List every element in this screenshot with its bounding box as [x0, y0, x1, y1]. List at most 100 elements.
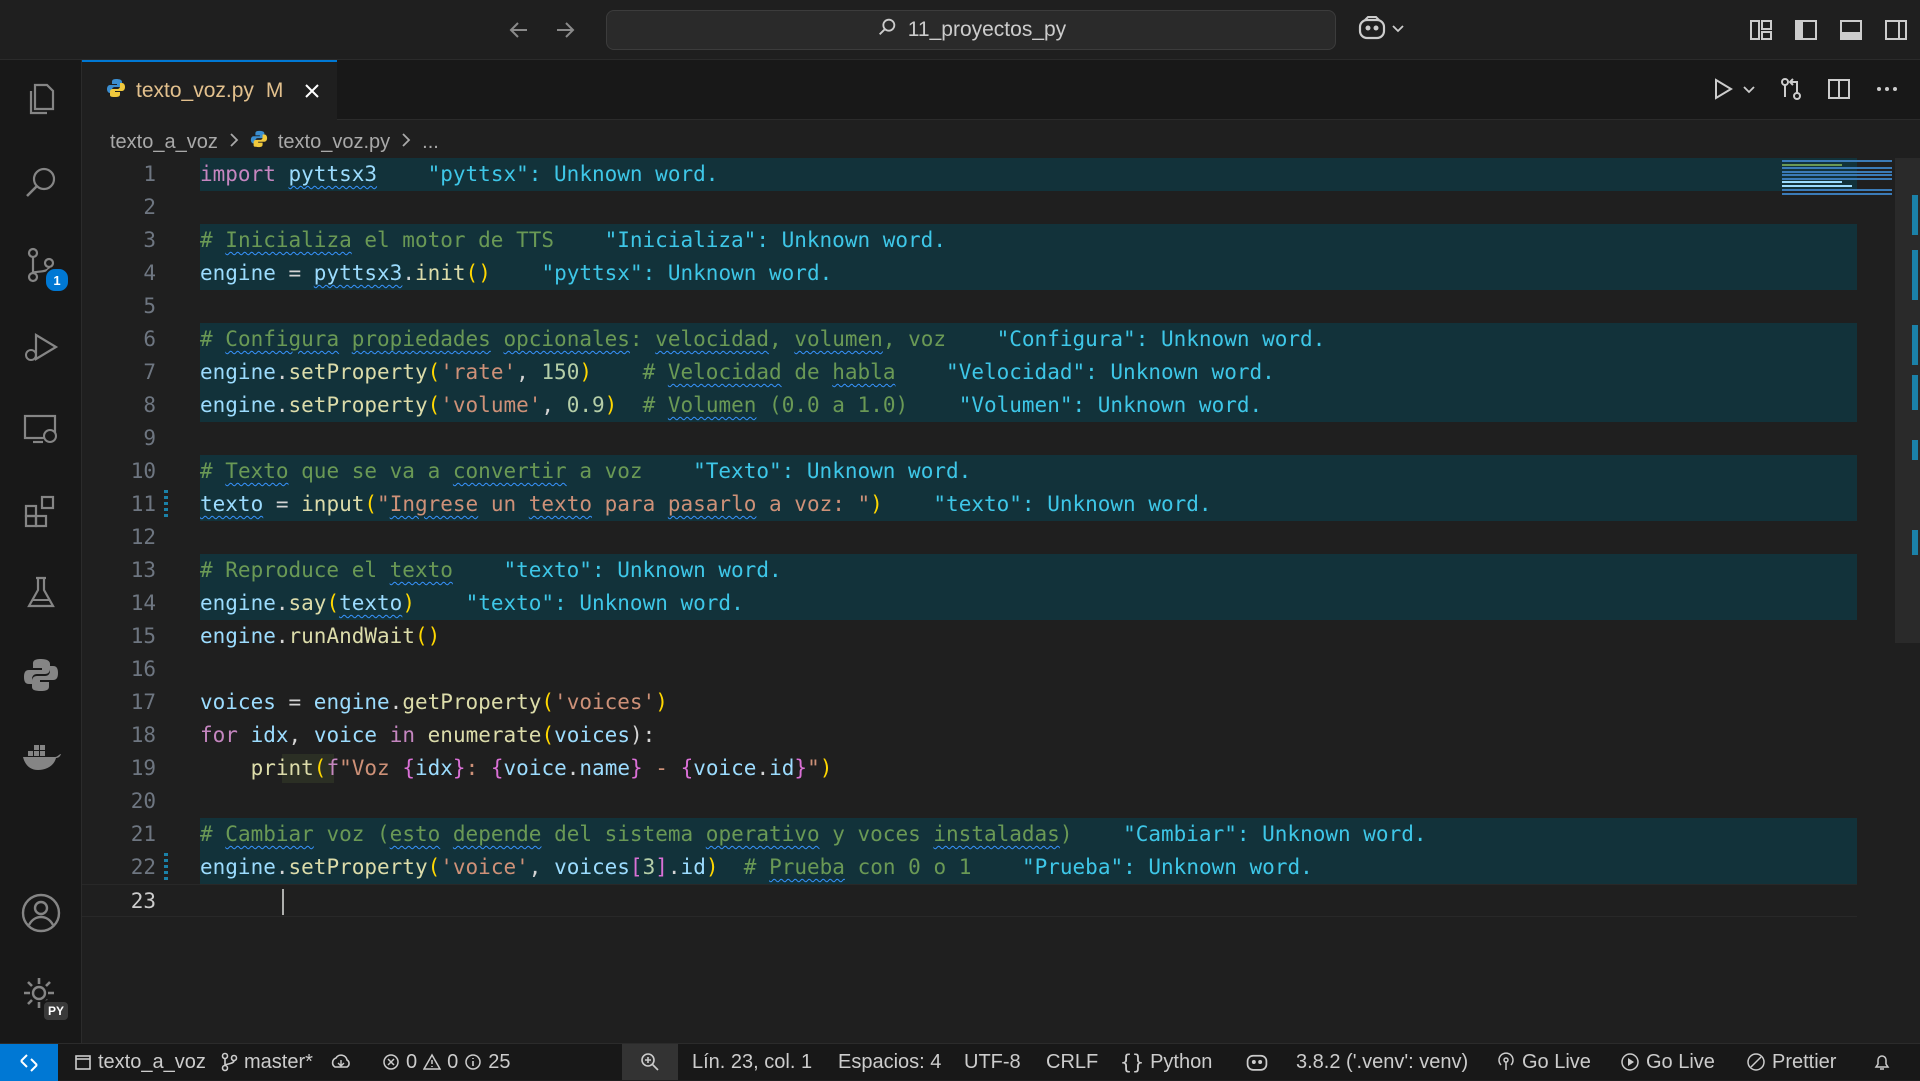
code-line: 5 — [82, 290, 1882, 323]
status-indentation[interactable]: Espacios: 4 — [838, 1044, 941, 1080]
code-line: 16 — [82, 653, 1882, 686]
split-editor-icon[interactable] — [1826, 76, 1852, 107]
remote-indicator[interactable] — [0, 1044, 58, 1081]
remote-explorer-icon[interactable] — [0, 394, 82, 464]
scrollbar-marker — [1912, 250, 1918, 300]
copilot-status-icon[interactable] — [1244, 1044, 1270, 1080]
copilot-menu-button[interactable] — [1357, 14, 1405, 47]
status-language-label: Python — [1150, 1050, 1213, 1073]
search-icon[interactable] — [0, 148, 82, 218]
spelling-diagnostic: "Cambiar": Unknown word. — [1123, 822, 1427, 846]
status-problems[interactable]: 0 0 25 — [382, 1044, 511, 1080]
line-number: 17 — [130, 690, 156, 714]
back-arrow-icon[interactable] — [505, 14, 533, 46]
warning-icon — [423, 1053, 442, 1070]
scrollbar-marker — [1912, 530, 1918, 555]
spelling-diagnostic: "texto": Unknown word. — [933, 492, 1212, 516]
info-count: 25 — [488, 1050, 511, 1073]
source-control-icon[interactable]: 1 — [0, 230, 82, 300]
status-folder-label: texto_a_voz — [98, 1050, 206, 1073]
forward-arrow-icon[interactable] — [551, 14, 579, 46]
spelling-diagnostic: "Prueba": Unknown word. — [1021, 855, 1313, 879]
status-folder[interactable]: texto_a_voz — [74, 1044, 206, 1080]
status-prettier[interactable]: Prettier — [1746, 1044, 1836, 1080]
code-editor[interactable]: 1 import pyttsx3 "pyttsx": Unknown word.… — [82, 158, 1920, 1043]
run-python-file-icon[interactable] — [1710, 76, 1736, 107]
python-icon[interactable] — [0, 640, 82, 710]
spelling-diagnostic: "texto": Unknown word. — [465, 591, 744, 615]
toggle-secondary-sidebar-icon[interactable] — [1880, 14, 1911, 45]
search-icon — [876, 16, 898, 44]
code-text: # Cambiar voz (esto depende del sistema … — [200, 822, 1427, 846]
status-eol[interactable]: CRLF — [1046, 1044, 1098, 1080]
python-file-icon — [250, 130, 268, 154]
code-text: for idx, voice in enumerate(voices): — [200, 723, 656, 747]
layout-controls — [1745, 14, 1911, 45]
status-branch[interactable]: master* — [220, 1044, 313, 1080]
status-cursor-position[interactable]: Lín. 23, col. 1 — [692, 1044, 812, 1080]
spelling-diagnostic: "Velocidad": Unknown word. — [946, 360, 1275, 384]
status-encoding[interactable]: UTF-8 — [964, 1044, 1021, 1080]
chevron-down-icon[interactable] — [1742, 82, 1756, 101]
code-line: 17 voices = engine.getProperty('voices') — [82, 686, 1882, 719]
code-line: 8 engine.setProperty('volume', 0.9) # Vo… — [82, 389, 1882, 422]
toggle-panel-icon[interactable] — [1835, 14, 1866, 45]
breadcrumb-folder[interactable]: texto_a_voz — [110, 131, 218, 154]
modified-line-gutter-marker[interactable] — [164, 853, 168, 882]
customize-layout-icon[interactable] — [1745, 14, 1776, 45]
broadcast-icon — [1498, 1052, 1514, 1070]
close-icon[interactable] — [303, 82, 321, 100]
code-line: 20 — [82, 785, 1882, 818]
code-line: 4 engine = pyttsx3.init() "pyttsx": Unkn… — [82, 257, 1882, 290]
spelling-diagnostic: "Texto": Unknown word. — [693, 459, 972, 483]
breadcrumb-symbols[interactable]: ... — [422, 131, 439, 154]
spelling-diagnostic: "texto": Unknown word. — [503, 558, 782, 582]
error-icon — [383, 1054, 399, 1070]
breadcrumb-file[interactable]: texto_voz.py — [278, 131, 390, 154]
chevron-right-icon — [228, 131, 240, 154]
manage-gear-icon[interactable]: PY — [0, 960, 82, 1030]
run-and-debug-icon[interactable] — [0, 312, 82, 382]
code-text: print(f"Voz {idx}: {voice.name} - {voice… — [250, 756, 833, 780]
sync-changes-icon[interactable] — [330, 1044, 352, 1080]
remote-icon — [20, 1053, 38, 1072]
code-text: # Texto que se va a convertir a voz "Tex… — [200, 459, 972, 483]
extensions-icon[interactable] — [0, 476, 82, 546]
zoom-icon[interactable] — [622, 1044, 678, 1080]
docker-icon[interactable] — [0, 722, 82, 792]
status-language[interactable]: {} Python — [1120, 1044, 1212, 1080]
braces-icon: {} — [1120, 1050, 1145, 1074]
notifications-bell-icon[interactable] — [1872, 1044, 1892, 1080]
accounts-icon[interactable] — [0, 878, 82, 948]
line-number: 16 — [130, 657, 156, 681]
status-bar: texto_a_voz master* 0 0 25 Lín. 23, col.… — [0, 1043, 1920, 1081]
line-number: 3 — [143, 228, 156, 252]
code-text: texto = input("Ingrese un texto para pas… — [200, 492, 1212, 516]
editor-tab-bar: texto_voz.py M — [82, 60, 1920, 120]
more-actions-icon[interactable] — [1874, 76, 1900, 107]
minimap[interactable] — [1782, 160, 1894, 202]
line-number: 22 — [130, 855, 156, 879]
code-text: voices = engine.getProperty('voices') — [200, 690, 668, 714]
explorer-icon[interactable] — [0, 64, 82, 134]
modified-line-gutter-marker[interactable] — [164, 490, 168, 519]
code-text: import pyttsx3 "pyttsx": Unknown word. — [200, 162, 719, 186]
testing-flask-icon[interactable] — [0, 558, 82, 628]
status-go-live-2[interactable]: Go Live — [1620, 1044, 1715, 1080]
line-number: 12 — [130, 525, 156, 549]
status-interpreter[interactable]: 3.8.2 ('.venv': venv) — [1296, 1044, 1468, 1080]
status-go-live-1[interactable]: Go Live — [1496, 1044, 1591, 1080]
toggle-primary-sidebar-icon[interactable] — [1790, 14, 1821, 45]
tab-texto-voz[interactable]: texto_voz.py M — [82, 60, 337, 120]
spelling-diagnostic: "Volumen": Unknown word. — [958, 393, 1263, 417]
line-number: 14 — [130, 591, 156, 615]
line-number: 11 — [130, 492, 156, 516]
compare-changes-icon[interactable] — [1778, 76, 1804, 107]
command-center-search[interactable]: 11_proyectos_py — [606, 10, 1336, 50]
text-cursor — [282, 889, 284, 915]
code-line: 1 import pyttsx3 "pyttsx": Unknown word. — [82, 158, 1882, 191]
code-text: # Reproduce el texto "texto": Unknown wo… — [200, 558, 782, 582]
line-number: 5 — [143, 294, 156, 318]
code-line: 13 # Reproduce el texto "texto": Unknown… — [82, 554, 1882, 587]
code-text: engine.setProperty('voice', voices[3].id… — [200, 855, 1313, 879]
